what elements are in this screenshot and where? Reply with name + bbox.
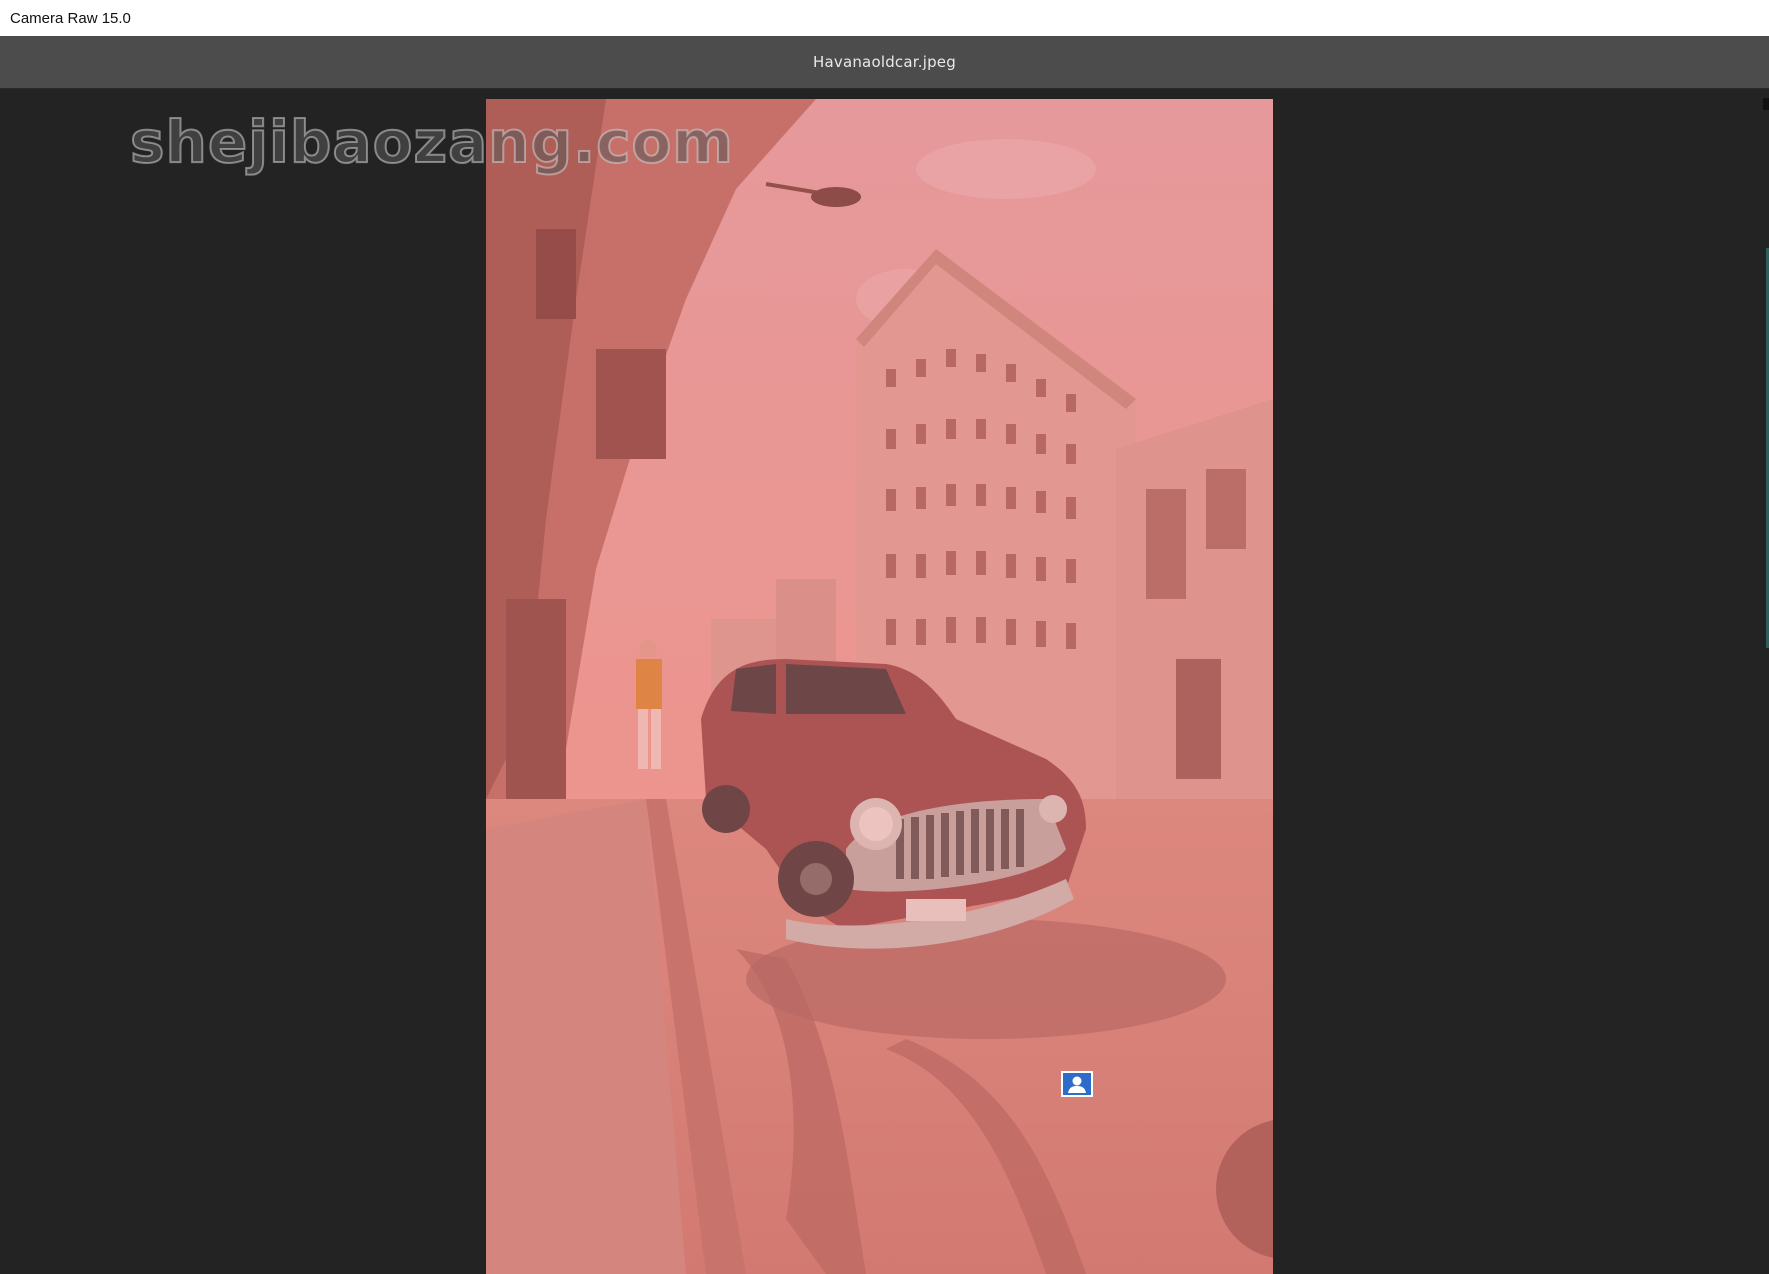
scroll-indicator[interactable] — [1763, 98, 1769, 110]
photo-illustration — [486, 99, 1273, 1274]
person-icon-glyph — [1068, 1076, 1086, 1093]
app-title: Camera Raw 15.0 — [10, 9, 131, 27]
document-file-name: Havanaoldcar.jpeg — [813, 53, 956, 71]
document-title-bar: Havanaoldcar.jpeg — [0, 36, 1769, 89]
person-icon[interactable] — [1061, 1071, 1093, 1097]
window-title-bar: Camera Raw 15.0 — [0, 0, 1769, 37]
mask-overlay — [486, 99, 1273, 1274]
photo-preview[interactable] — [486, 99, 1273, 1274]
watermark: shejibaozang.com — [129, 107, 734, 177]
